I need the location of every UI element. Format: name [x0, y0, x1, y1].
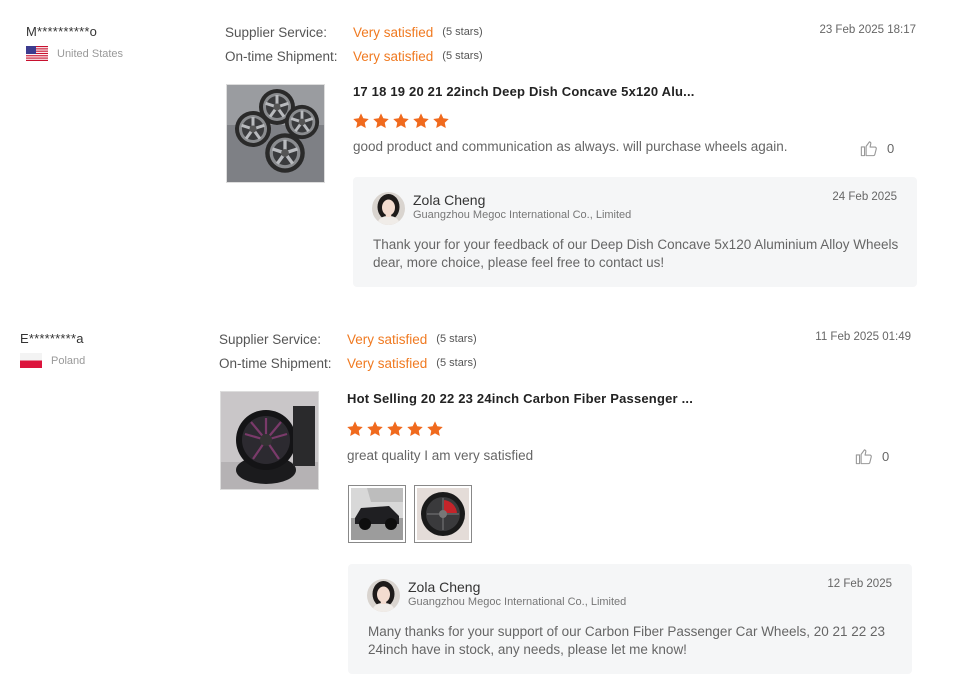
supplier-service-row: Supplier Service: Very satisfied (5 star… — [225, 20, 483, 44]
ratings-block: Supplier Service: Very satisfied (5 star… — [225, 20, 483, 68]
like-button[interactable]: 0 — [859, 139, 894, 158]
supplier-avatar — [367, 579, 400, 612]
review-date: 11 Feb 2025 01:49 — [815, 331, 911, 343]
like-count: 0 — [887, 141, 895, 156]
reply-author-name: Zola Cheng — [408, 579, 481, 595]
star-icon — [392, 112, 410, 130]
supplier-service-value: Very satisfied — [353, 24, 434, 40]
ratings-block: Supplier Service: Very satisfied (5 star… — [219, 327, 477, 375]
product-image[interactable] — [220, 391, 319, 490]
like-button[interactable]: 0 — [854, 447, 889, 466]
buyer-name: E*********a — [20, 331, 84, 346]
poland-flag-icon — [20, 353, 42, 368]
supplier-reply: Zola Cheng Guangzhou Megoc International… — [353, 177, 917, 287]
star-icon — [426, 420, 444, 438]
shipment-stars: (5 stars) — [442, 50, 483, 62]
us-flag-icon — [26, 46, 48, 61]
review-comment: great quality I am very satisfied — [347, 448, 534, 463]
reply-date: 12 Feb 2025 — [827, 578, 892, 590]
supplier-service-stars: (5 stars) — [442, 26, 483, 38]
buyer-info: E*********a Poland — [20, 331, 85, 368]
supplier-service-row: Supplier Service: Very satisfied (5 star… — [219, 327, 477, 351]
product-title-link[interactable]: 17 18 19 20 21 22inch Deep Dish Concave … — [353, 84, 695, 99]
supplier-service-stars: (5 stars) — [436, 333, 477, 345]
star-icon — [366, 420, 384, 438]
reply-company-name: Guangzhou Megoc International Co., Limit… — [413, 209, 632, 221]
star-icon — [346, 420, 364, 438]
supplier-service-value: Very satisfied — [347, 331, 428, 347]
shipment-label: On-time Shipment: — [225, 48, 338, 64]
reply-date: 24 Feb 2025 — [832, 191, 897, 203]
buyer-info: M**********o United States — [26, 24, 123, 61]
buyer-country: United States — [26, 46, 123, 61]
supplier-service-label: Supplier Service: — [225, 24, 328, 40]
country-label: United States — [57, 47, 124, 60]
review-date: 23 Feb 2025 18:17 — [819, 24, 916, 36]
country-label: Poland — [51, 354, 86, 367]
like-count: 0 — [882, 449, 890, 464]
star-rating — [346, 420, 444, 438]
star-icon — [352, 112, 370, 130]
star-rating — [352, 112, 450, 130]
shipment-row: On-time Shipment: Very satisfied (5 star… — [225, 44, 483, 68]
shipment-label: On-time Shipment: — [219, 355, 332, 371]
shipment-row: On-time Shipment: Very satisfied (5 star… — [219, 351, 477, 375]
review-photo-thumbnail[interactable] — [348, 485, 406, 543]
supplier-reply: Zola Cheng Guangzhou Megoc International… — [348, 564, 912, 674]
star-icon — [432, 112, 450, 130]
reply-author-name: Zola Cheng — [413, 192, 486, 208]
shipment-value: Very satisfied — [347, 355, 428, 371]
review-photo-thumbnails — [348, 485, 472, 543]
reply-company-name: Guangzhou Megoc International Co., Limit… — [408, 596, 627, 608]
star-icon — [372, 112, 390, 130]
star-icon — [406, 420, 424, 438]
review-comment: good product and communication as always… — [353, 139, 788, 154]
supplier-service-label: Supplier Service: — [219, 331, 322, 347]
star-icon — [412, 112, 430, 130]
star-icon — [386, 420, 404, 438]
review-photo-thumbnail[interactable] — [414, 485, 472, 543]
buyer-name: M**********o — [26, 24, 98, 39]
reply-text: Thank your for your feedback of our Deep… — [373, 237, 899, 270]
reply-text: Many thanks for your support of our Carb… — [368, 624, 886, 657]
shipment-stars: (5 stars) — [436, 357, 477, 369]
thumbs-up-icon — [854, 447, 873, 466]
buyer-country: Poland — [20, 353, 85, 368]
thumbs-up-icon — [859, 139, 878, 158]
shipment-value: Very satisfied — [353, 48, 434, 64]
supplier-avatar — [372, 192, 405, 225]
product-image[interactable] — [226, 84, 325, 183]
product-title-link[interactable]: Hot Selling 20 22 23 24inch Carbon Fiber… — [347, 391, 693, 406]
